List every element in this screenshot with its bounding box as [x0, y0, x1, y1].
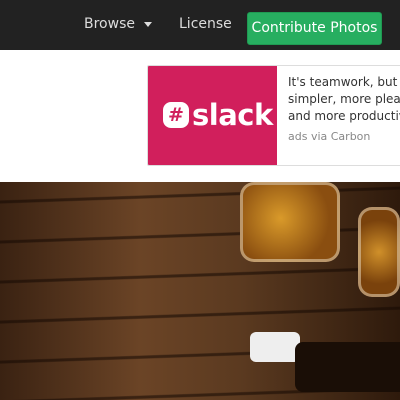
browse-label: Browse — [84, 16, 135, 32]
hero-photo — [0, 182, 400, 400]
caret-down-icon — [143, 21, 152, 27]
navbar: Browse License Contribute Photos — [0, 0, 400, 50]
browse-dropdown[interactable]: Browse — [84, 16, 152, 32]
slack-hash-icon: # — [163, 102, 189, 128]
contribute-photos-button[interactable]: Contribute Photos — [247, 12, 382, 45]
ad-line: simpler, more pleas — [288, 92, 400, 106]
bottle-cap — [250, 332, 300, 362]
bottle — [295, 342, 400, 392]
carbon-ad[interactable]: # slack It's teamwork, but simpler, more… — [147, 65, 400, 166]
whiskey-glass — [358, 207, 400, 297]
ad-line: It's teamwork, but — [288, 75, 398, 89]
whiskey-glass — [240, 182, 340, 262]
ads-via-carbon-link[interactable]: ads via Carbon — [288, 130, 370, 143]
ad-text[interactable]: It's teamwork, but simpler, more pleas a… — [288, 74, 400, 125]
slack-wordmark: slack — [192, 98, 273, 132]
ad-image[interactable]: # slack — [148, 66, 277, 165]
license-link[interactable]: License — [179, 16, 232, 32]
slack-logo: # slack — [163, 100, 273, 130]
ad-line: and more productiv — [288, 109, 400, 123]
